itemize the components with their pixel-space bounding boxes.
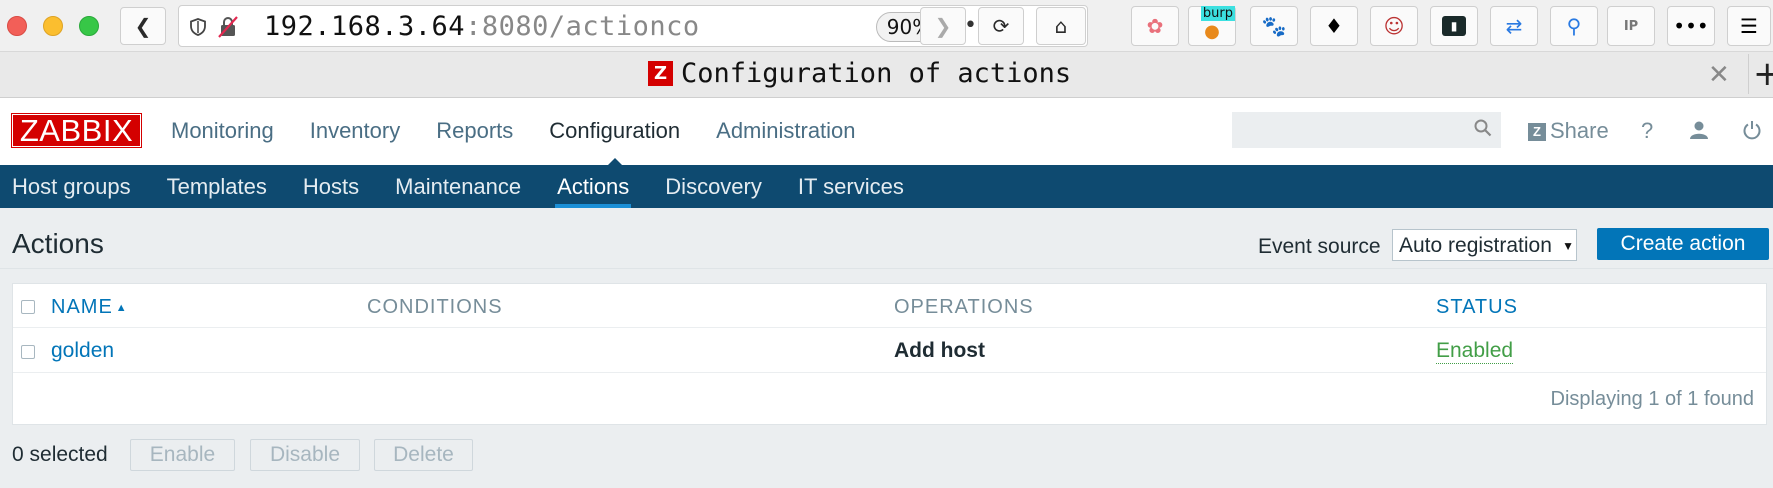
terminal-extension-icon[interactable]: ▮ (1430, 6, 1478, 46)
column-header-status[interactable]: STATUS (1436, 296, 1518, 319)
window-minimize-button[interactable] (43, 16, 63, 36)
topnav-reports[interactable]: Reports (436, 118, 513, 144)
create-action-button[interactable]: Create action (1597, 228, 1769, 260)
zabbix-logo[interactable]: ZABBIX (11, 113, 142, 148)
header-divider (13, 327, 1766, 328)
anime-extension-icon[interactable]: ☺ (1370, 6, 1418, 46)
action-name-link[interactable]: golden (51, 339, 114, 363)
browser-toolbar: ❮ 192.168.3.64:8080/actionco 90% ••• ☆ ❯… (0, 0, 1773, 52)
help-icon[interactable]: ? (1641, 118, 1653, 144)
insecure-lock-icon (215, 14, 241, 40)
burp-extension-icon[interactable]: burp ● (1188, 6, 1236, 46)
enable-button[interactable]: Enable (130, 439, 235, 471)
tab-title-text: Configuration of actions (681, 58, 1072, 89)
window-maximize-button[interactable] (79, 16, 99, 36)
top-navigation: Monitoring Inventory Reports Configurati… (171, 118, 892, 166)
subnav-actions[interactable]: Actions (555, 165, 632, 208)
back-button[interactable]: ❮ (120, 7, 166, 45)
new-tab-icon[interactable]: + (1748, 54, 1773, 94)
shield-icon (185, 14, 211, 40)
url-text: 192.168.3.64:8080/actionco (264, 11, 700, 42)
disable-button[interactable]: Disable (250, 439, 360, 471)
select-all-checkbox[interactable] (21, 300, 35, 314)
share-link[interactable]: Z Share (1528, 118, 1609, 144)
topnav-administration[interactable]: Administration (716, 118, 855, 144)
column-header-conditions: CONDITIONS (367, 296, 503, 318)
subnav-discovery[interactable]: Discovery (665, 165, 762, 208)
zabbix-favicon-icon: Z (648, 61, 673, 86)
subnav-host-groups[interactable]: Host groups (12, 165, 131, 208)
ip-extension-icon[interactable]: IP (1607, 6, 1655, 46)
selected-count: 0 selected (12, 443, 108, 466)
sub-navigation: Host groups Templates Hosts Maintenance … (0, 165, 1773, 208)
zabbix-header: ZABBIX Monitoring Inventory Reports Conf… (0, 98, 1773, 166)
page-title: Actions (12, 228, 104, 259)
chevron-left-icon: ❮ (134, 14, 152, 38)
puzzle-extension-icon[interactable]: ♦ (1310, 6, 1358, 46)
row-checkbox[interactable] (21, 345, 35, 359)
extension-icon-1[interactable]: ✿ (1131, 6, 1179, 46)
column-header-operations: OPERATIONS (894, 296, 1034, 318)
burp-badge: burp (1200, 6, 1235, 21)
home-icon: ⌂ (1054, 14, 1068, 38)
event-source-select[interactable]: Auto registration ▼ (1392, 229, 1577, 261)
status-badge[interactable]: Enabled (1436, 339, 1514, 364)
tab-bar: Z Configuration of actions ✕ + (0, 52, 1773, 98)
column-name-label: NAME (51, 296, 113, 318)
delete-button[interactable]: Delete (374, 439, 473, 471)
reload-button[interactable]: ⟳ (978, 7, 1024, 45)
zabbix-share-icon: Z (1528, 123, 1546, 141)
subnav-maintenance[interactable]: Maintenance (395, 165, 521, 208)
forward-button[interactable]: ❯ (920, 7, 966, 45)
sign-out-icon[interactable] (1742, 120, 1762, 146)
dropdown-caret-icon: ▼ (1562, 239, 1574, 253)
more-extensions-icon[interactable]: ••• (1667, 6, 1715, 46)
event-source-label: Event source (1258, 235, 1381, 258)
key-extension-icon[interactable]: ⚲ (1550, 6, 1598, 46)
event-source-value: Auto registration (1399, 234, 1552, 257)
tab-configuration-of-actions[interactable]: Z Configuration of actions (648, 58, 1071, 89)
repeat-extension-icon[interactable]: ⇄ (1490, 6, 1538, 46)
user-profile-icon[interactable] (1689, 120, 1709, 146)
window-close-button[interactable] (7, 16, 27, 36)
topnav-monitoring[interactable]: Monitoring (171, 118, 274, 144)
subnav-templates[interactable]: Templates (167, 165, 267, 208)
divider (0, 268, 1773, 269)
tab-close-icon[interactable]: ✕ (1708, 60, 1730, 90)
search-icon[interactable] (1474, 119, 1492, 142)
actions-table: NAME ▲ CONDITIONS OPERATIONS STATUS golde… (12, 283, 1767, 425)
subnav-hosts[interactable]: Hosts (303, 165, 359, 208)
search-input[interactable] (1232, 112, 1501, 148)
share-label: Share (1550, 118, 1609, 143)
gnome-extension-icon[interactable]: 🐾 (1250, 6, 1298, 46)
action-operations: Add host (894, 339, 985, 362)
paging-info: Displaying 1 of 1 found (1550, 388, 1754, 410)
sort-ascending-icon: ▲ (115, 302, 128, 314)
column-header-name[interactable]: NAME ▲ (51, 296, 128, 319)
topnav-inventory[interactable]: Inventory (310, 118, 401, 144)
row-divider (13, 372, 1766, 373)
topnav-configuration[interactable]: Configuration (549, 118, 680, 166)
reload-icon: ⟳ (992, 14, 1010, 38)
menu-icon[interactable]: ☰ (1727, 6, 1771, 46)
chevron-right-icon: ❯ (934, 14, 952, 38)
subnav-it-services[interactable]: IT services (798, 165, 904, 208)
home-button[interactable]: ⌂ (1036, 7, 1086, 45)
